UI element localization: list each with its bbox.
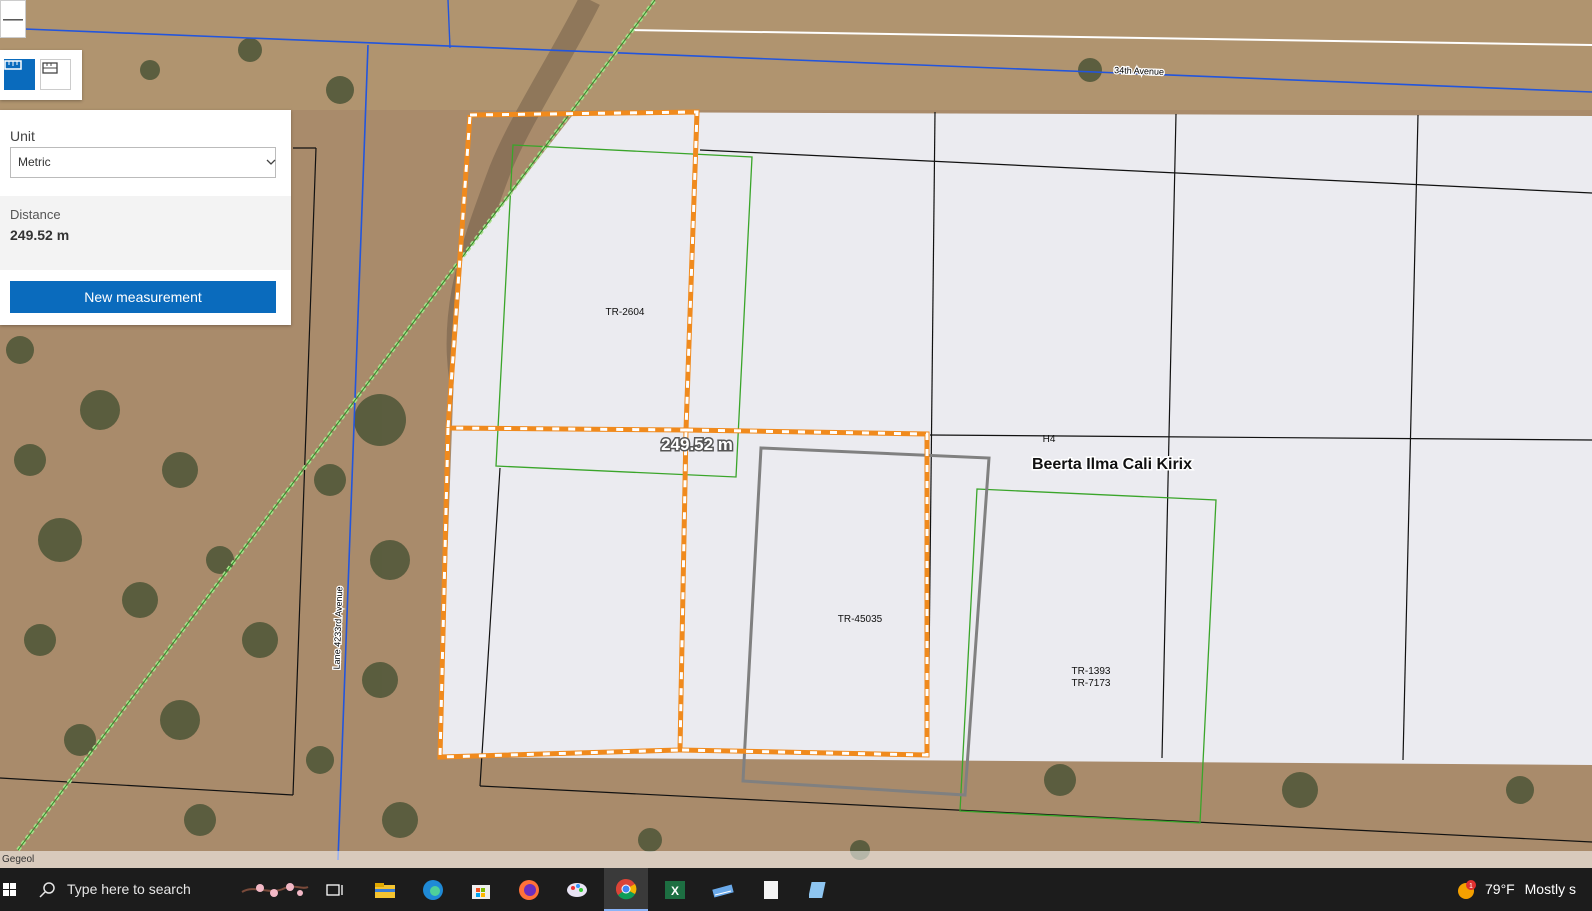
- paint-button[interactable]: [564, 868, 590, 911]
- notepad-button[interactable]: [758, 868, 784, 911]
- parcel-label-tr1393: TR-1393: [1072, 666, 1111, 677]
- map-view[interactable]: 34th Avenue Lane 4233rd Avenue TR-2604 T…: [0, 0, 1592, 868]
- edge-icon: [423, 879, 443, 900]
- weather-readout: 79°F Mostly s: [1485, 868, 1576, 911]
- svg-text:X: X: [671, 884, 679, 898]
- windows-taskbar: Type here to search X 1 79°F Mostly s: [0, 868, 1592, 911]
- chrome-button[interactable]: [604, 868, 648, 911]
- app-button[interactable]: [806, 868, 832, 911]
- app-icon: [809, 881, 826, 898]
- weather-badge: 1: [1469, 883, 1473, 890]
- windows-logo-icon: [3, 882, 16, 896]
- unit-select-value: Metric: [18, 155, 51, 169]
- snip-button[interactable]: [710, 868, 736, 911]
- firefox-button[interactable]: [516, 868, 542, 911]
- weather-icon: 1: [1458, 879, 1476, 899]
- store-icon: [472, 884, 490, 899]
- measure-toolbar: [0, 50, 82, 100]
- task-view-button[interactable]: [322, 868, 348, 911]
- snip-icon: [712, 884, 734, 897]
- search-icon: [39, 881, 55, 898]
- distance-measure-icon: [4, 60, 22, 70]
- aerial-north-strip: [0, 0, 1592, 110]
- weather-button[interactable]: 1: [1455, 868, 1479, 911]
- distance-value: 249.52 m: [10, 227, 70, 243]
- edge-button[interactable]: [420, 868, 446, 911]
- area-label: Beerta Ilma Cali Kirix: [1032, 456, 1192, 473]
- zoom-out-button[interactable]: —: [0, 0, 26, 38]
- measurement-distance-label: 249.52 m: [661, 435, 733, 454]
- unit-select[interactable]: Metric: [10, 147, 276, 178]
- paint-icon: [567, 882, 587, 897]
- task-view-icon: [326, 883, 343, 896]
- area-measure-button[interactable]: [40, 59, 71, 90]
- area-measure-icon: [42, 62, 58, 74]
- parcel-label-tr7173: TR-7173: [1072, 678, 1111, 689]
- search-highlight-icon: [240, 868, 310, 911]
- temperature: 79°F: [1485, 881, 1515, 897]
- firefox-icon: [519, 879, 539, 900]
- chrome-icon: [616, 878, 637, 899]
- distance-measure-button[interactable]: [4, 59, 35, 90]
- unit-label: Unit: [10, 128, 35, 144]
- parcel-label-tr45035: TR-45035: [838, 614, 883, 625]
- excel-icon: X: [665, 880, 685, 899]
- notepad-icon: [764, 880, 778, 899]
- map-attribution: Gegeol: [0, 851, 1592, 868]
- distance-readout: Distance 249.52 m: [0, 196, 291, 270]
- parcel-label-h4: H4: [1043, 434, 1056, 445]
- file-explorer-button[interactable]: [372, 868, 398, 911]
- parcel-label-tr2604: TR-2604: [606, 307, 645, 318]
- measurement-panel: Unit Metric Distance 249.52 m New measur…: [0, 110, 291, 325]
- distance-label: Distance: [10, 207, 61, 222]
- weather-text: Mostly s: [1524, 881, 1576, 897]
- start-button[interactable]: [0, 868, 20, 911]
- new-measurement-button[interactable]: New measurement: [10, 281, 276, 313]
- search-placeholder: Type here to search: [67, 881, 191, 897]
- road-label-34th: 34th Avenue: [1114, 65, 1164, 77]
- excel-button[interactable]: X: [662, 868, 688, 911]
- store-button[interactable]: [468, 868, 494, 911]
- file-explorer-icon: [375, 882, 395, 898]
